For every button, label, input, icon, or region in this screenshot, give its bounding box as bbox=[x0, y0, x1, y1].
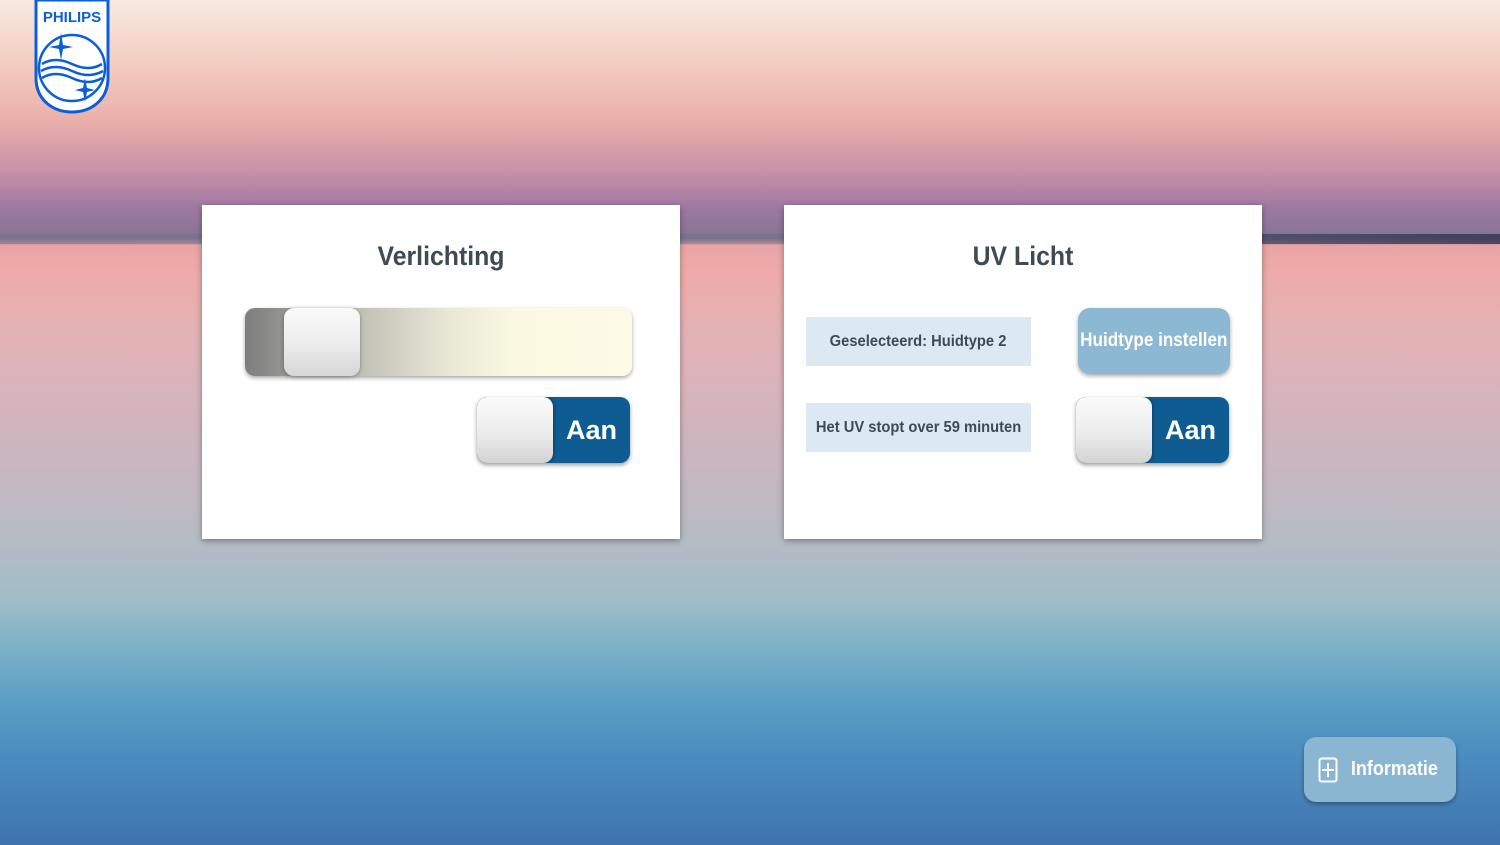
uv-toggle-label: Aan bbox=[1164, 415, 1216, 445]
set-skin-type-button[interactable]: Huidtype instellen bbox=[1078, 308, 1230, 374]
uv-toggle[interactable]: Aan bbox=[1076, 397, 1229, 463]
lighting-toggle-label: Aan bbox=[565, 415, 617, 445]
plus-icon bbox=[1318, 757, 1338, 782]
lighting-card: Verlichting Aan bbox=[202, 205, 680, 539]
uv-timer-status: Het UV stopt over 59 minuten bbox=[806, 403, 1031, 452]
brightness-slider-handle[interactable] bbox=[284, 308, 360, 376]
set-skin-type-button-label: Huidtype instellen bbox=[1080, 330, 1228, 351]
selected-skin-type-text: Geselecteerd: Huidtype 2 bbox=[830, 332, 1007, 350]
uv-timer-text: Het UV stopt over 59 minuten bbox=[815, 418, 1022, 436]
lighting-title: Verlichting bbox=[377, 241, 505, 271]
philips-logo: PHILIPS bbox=[34, 0, 110, 114]
brightness-slider[interactable] bbox=[245, 308, 632, 376]
lighting-toggle-knob[interactable] bbox=[477, 397, 553, 463]
uv-title: UV Licht bbox=[972, 241, 1074, 271]
uv-toggle-knob[interactable] bbox=[1076, 397, 1152, 463]
uv-card: UV Licht Geselecteerd: Huidtype 2 Huidty… bbox=[784, 205, 1262, 539]
information-button[interactable]: Informatie bbox=[1304, 737, 1456, 802]
lighting-toggle[interactable]: Aan bbox=[477, 397, 630, 463]
information-button-label: Informatie bbox=[1350, 758, 1438, 780]
logo-wordmark: PHILIPS bbox=[43, 9, 101, 26]
selected-skin-type: Geselecteerd: Huidtype 2 bbox=[806, 317, 1031, 366]
